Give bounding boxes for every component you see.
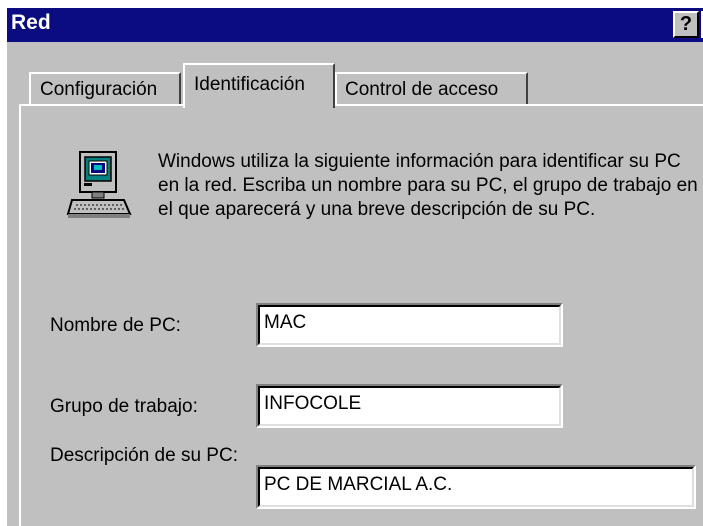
tab-label: Identificación xyxy=(194,74,305,95)
computer-icon xyxy=(66,151,132,218)
workgroup-label: Grupo de trabajo: xyxy=(50,396,198,417)
title-bar[interactable]: Red ? xyxy=(7,8,703,42)
pc-name-field[interactable]: MAC xyxy=(256,303,563,347)
tab-control-de-acceso[interactable]: Control de acceso xyxy=(335,72,528,106)
info-description: Windows utiliza la siguiente información… xyxy=(158,151,698,220)
help-button[interactable]: ? xyxy=(673,11,699,38)
pc-name-label: Nombre de PC: xyxy=(50,315,181,336)
tab-configuracion[interactable]: Configuración xyxy=(29,72,181,106)
tab-label: Configuración xyxy=(40,79,158,100)
pc-description-label: Descripción de su PC: xyxy=(50,445,238,466)
tab-label: Control de acceso xyxy=(345,79,499,100)
window-title: Red xyxy=(11,11,51,34)
tab-identificacion[interactable]: Identificación xyxy=(183,63,335,108)
workgroup-field[interactable]: INFOCOLE xyxy=(256,384,563,428)
network-dialog: Red ? Configuración Identificación Contr… xyxy=(0,0,703,526)
pc-description-field[interactable]: PC DE MARCIAL A.C. xyxy=(256,465,696,509)
